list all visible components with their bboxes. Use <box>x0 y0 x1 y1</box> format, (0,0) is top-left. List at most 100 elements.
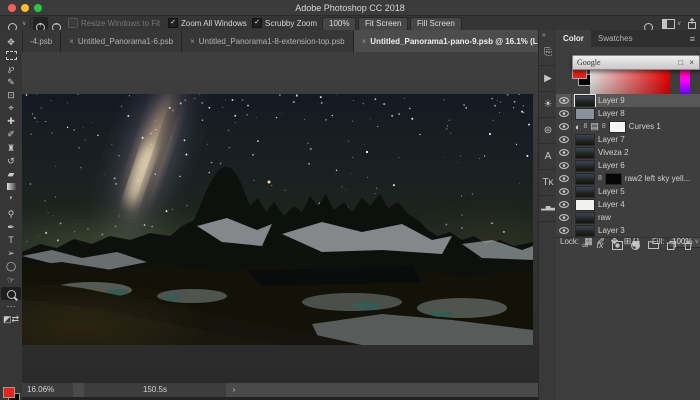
layer-row[interactable]: ◐ 8 ▤ 8 Curves 1 <box>556 120 700 134</box>
actions-panel-icon[interactable]: ▶ <box>539 66 557 92</box>
layer-row[interactable]: ◐ 8 ▤ 8 Layer 7 <box>556 133 700 147</box>
workspace-caret[interactable]: ∨ <box>677 20 681 27</box>
new-layer-icon[interactable] <box>667 241 676 250</box>
close-tab-icon[interactable]: × <box>362 37 367 46</box>
document-tab[interactable]: × Untitled_Panorama1-pano-9.psb @ 16.1% … <box>354 30 538 52</box>
layer-thumbnail[interactable] <box>575 134 595 146</box>
blur-tool-button[interactable]: ❜ <box>1 194 21 207</box>
zoom-tool-button[interactable] <box>1 287 21 300</box>
pen-tool-button[interactable]: ✒ <box>1 221 21 234</box>
shape-tool-button[interactable]: ◯ <box>1 260 21 273</box>
link-layers-icon[interactable]: ∞ <box>582 240 588 250</box>
glyphs-panel-icon[interactable]: A <box>539 144 557 170</box>
default-swap-colors-button[interactable]: ◩⇄ <box>1 313 21 326</box>
layer-thumbnail[interactable] <box>575 95 595 107</box>
dock-collapse-chevron[interactable]: » <box>542 32 546 39</box>
layer-row[interactable]: ◐ 8 ▤ 8 Viveza 2 <box>556 146 700 160</box>
tool-preset-caret[interactable]: ∨ <box>22 20 26 27</box>
layer-thumbnail[interactable] <box>575 173 595 185</box>
layer-thumbnail[interactable] <box>575 225 595 237</box>
layer-row[interactable]: ◐ 8 ▤ 8 Layer 9 <box>556 94 700 108</box>
fit-screen-button[interactable]: Fit Screen <box>358 17 408 31</box>
move-tool-button[interactable]: ✥ <box>1 36 21 49</box>
adjustments-panel-icon[interactable]: ☀ <box>539 92 557 118</box>
layer-visibility-toggle[interactable] <box>556 198 572 211</box>
libraries-panel-icon[interactable]: ⊜ <box>539 118 557 144</box>
brush-tool-button[interactable]: ✐ <box>1 128 21 141</box>
zoom-in-button[interactable]: + <box>33 17 48 31</box>
layer-thumbnail[interactable] <box>575 199 595 211</box>
layer-visibility-toggle[interactable] <box>556 211 572 224</box>
crop-tool-button[interactable]: ⊡ <box>1 89 21 102</box>
type-tool-button[interactable]: T <box>1 234 21 247</box>
layer-row[interactable]: ◐ 8 ▤ 8 Layer 5 <box>556 185 700 199</box>
marquee-tool-button[interactable] <box>1 49 21 62</box>
clone-stamp-tool-button[interactable]: ♜ <box>1 142 21 155</box>
zoom-out-button[interactable]: − <box>49 17 64 31</box>
dodge-tool-button[interactable]: ⚲ <box>1 208 21 221</box>
layer-thumbnail[interactable] <box>575 212 595 224</box>
layer-row[interactable]: ◐ 8 ▤ 8 raw <box>556 211 700 225</box>
zoom-level-field[interactable]: 16.06% <box>22 383 73 397</box>
canvas-area[interactable] <box>22 52 538 383</box>
tk-actions-panel-icon[interactable]: Tᴋ <box>539 170 557 196</box>
layer-name[interactable]: Layer 3 <box>598 226 625 235</box>
layer-visibility-toggle[interactable] <box>556 185 572 198</box>
layer-visibility-toggle[interactable] <box>556 94 572 107</box>
layer-row[interactable]: ◐ 8 ▤ 8 Layer 4 <box>556 198 700 212</box>
tab-color[interactable]: Color <box>556 30 591 47</box>
adjustment-layer-icon[interactable] <box>631 241 640 250</box>
foreground-color-swatch[interactable] <box>3 387 15 398</box>
add-mask-icon[interactable] <box>612 241 623 250</box>
zoom-all-windows-checkbox[interactable]: ✓Zoom All Windows <box>168 18 247 28</box>
quick-selection-tool-button[interactable]: ✎ <box>1 76 21 89</box>
workspace-switcher-icon[interactable] <box>662 19 675 29</box>
document-tab[interactable]: × Untitled_Panorama1-8-extension-top.psb <box>182 30 354 52</box>
layer-visibility-toggle[interactable] <box>556 133 572 146</box>
document-tab[interactable]: × Untitled_Panorama1-6.psb <box>61 30 182 52</box>
layer-visibility-toggle[interactable] <box>556 120 572 133</box>
layer-row[interactable]: ◐ 8 ▤ 8 Layer 6 <box>556 159 700 173</box>
layer-visibility-toggle[interactable] <box>556 172 572 185</box>
layer-visibility-toggle[interactable] <box>556 159 572 172</box>
color-panel-menu-icon[interactable]: ≡ <box>685 30 700 47</box>
layer-row[interactable]: ◐ 8 ▤ 8 Layer 3 <box>556 224 700 237</box>
share-icon[interactable] <box>687 18 697 29</box>
status-chevron[interactable]: › <box>228 383 240 397</box>
histogram-panel-icon[interactable]: ▂▅▃ <box>539 196 557 222</box>
layer-visibility-toggle[interactable] <box>556 107 572 120</box>
history-brush-tool-button[interactable]: ↺ <box>1 155 21 168</box>
close-tab-icon[interactable]: × <box>190 37 195 46</box>
layer-visibility-toggle[interactable] <box>556 146 572 159</box>
layer-name[interactable]: Layer 8 <box>598 109 625 118</box>
path-selection-tool-button[interactable]: ➢ <box>1 247 21 260</box>
layer-row[interactable]: ◐ 8 ▤ 8 raw2 left sky yell... <box>556 172 700 186</box>
document-info-field[interactable]: 150.5s <box>84 383 226 397</box>
eyedropper-tool-button[interactable]: ⌖ <box>1 102 21 115</box>
delete-layer-icon[interactable] <box>684 241 692 250</box>
lasso-tool-button[interactable]: ℘ <box>1 62 21 75</box>
eraser-tool-button[interactable]: ▰ <box>1 168 21 181</box>
zoom-100-button[interactable]: 100% <box>322 17 356 31</box>
edit-toolbar-button[interactable]: ⋯ <box>1 300 21 313</box>
layer-name[interactable]: raw <box>598 213 611 222</box>
document-tab[interactable]: × -4.psb <box>22 30 61 52</box>
layer-name[interactable]: Layer 6 <box>598 161 625 170</box>
layer-mask-thumbnail[interactable] <box>605 173 622 185</box>
layer-thumbnail[interactable] <box>575 147 595 159</box>
google-window-titlebar[interactable]: Google □ × <box>572 55 700 70</box>
layer-name[interactable]: Layer 9 <box>598 96 625 105</box>
layer-thumbnail[interactable] <box>575 186 595 198</box>
layer-thumbnail[interactable] <box>575 108 595 120</box>
tab-swatches[interactable]: Swatches <box>591 30 640 47</box>
layer-thumbnail[interactable] <box>575 160 595 172</box>
layer-row[interactable]: ◐ 8 ▤ 8 Layer 8 <box>556 107 700 121</box>
layer-name[interactable]: Layer 5 <box>598 187 625 196</box>
layer-name[interactable]: Layer 7 <box>598 135 625 144</box>
layer-name[interactable]: raw2 left sky yell... <box>625 174 690 183</box>
layer-visibility-toggle[interactable] <box>556 224 572 237</box>
hand-tool-button[interactable]: ☞ <box>1 274 21 287</box>
layer-name[interactable]: Viveza 2 <box>598 148 629 157</box>
resize-windows-checkbox[interactable]: Resize Windows to Fit <box>68 18 160 28</box>
close-tab-icon[interactable]: × <box>69 37 74 46</box>
